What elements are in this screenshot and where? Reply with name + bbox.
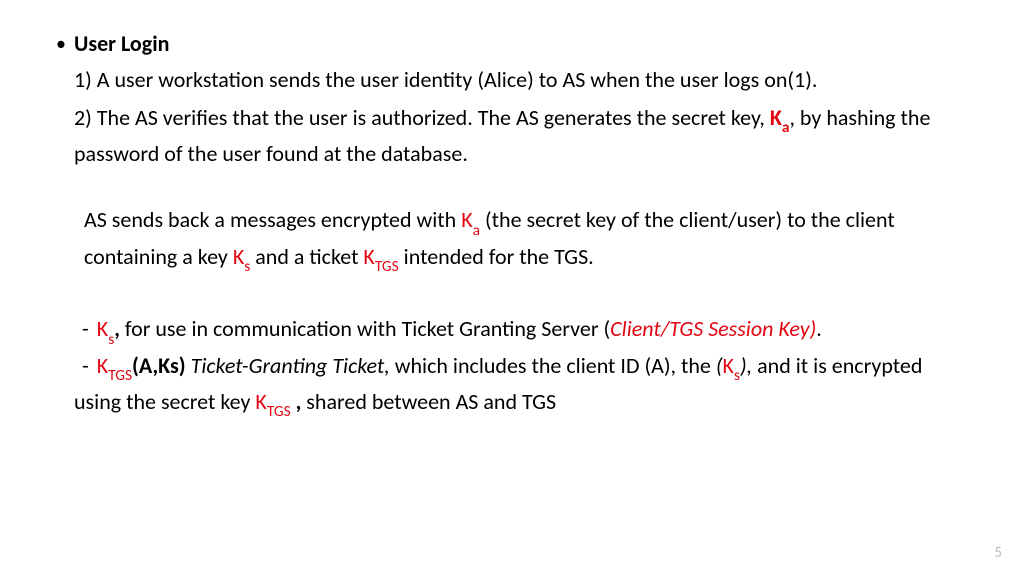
- key-ka-k: K: [770, 104, 782, 131]
- key-ka-sub: a: [782, 118, 790, 137]
- list-item-1: -Ks, for use in communication with Ticke…: [74, 315, 964, 351]
- as-block: AS sends back a messages encrypted with …: [74, 206, 964, 279]
- li2-ktgs-k: K: [97, 352, 108, 379]
- as-text-a: AS sends back a messages encrypted with: [84, 206, 461, 233]
- paragraph-1: 1) A user workstation sends the user ide…: [74, 66, 964, 94]
- page-number: 5: [994, 544, 1002, 562]
- slide-page: • User Login 1) A user workstation sends…: [0, 0, 1024, 576]
- bullet-icon: •: [56, 30, 66, 58]
- li2-comma: ,: [291, 388, 302, 415]
- li2-close-paren: ),: [740, 352, 752, 379]
- key-ka: Ka: [770, 104, 790, 131]
- key-ka-2: Ka: [461, 206, 480, 233]
- li2-ks-sub: s: [734, 366, 740, 385]
- li2-aks: (A,Ks): [132, 352, 186, 379]
- li2-ks-k: K: [723, 352, 734, 379]
- key-ktgs-k: K: [363, 243, 374, 270]
- li1-ks-sub: s: [108, 330, 114, 349]
- li2-ktgs2-sub: TGS: [267, 402, 291, 421]
- li2-open-paren: (: [716, 352, 723, 379]
- li1-ks-k: K: [97, 315, 108, 342]
- slide-content: • User Login 1) A user workstation sends…: [74, 30, 964, 424]
- li2-ks: Ks: [723, 352, 740, 379]
- as-text-d: intended for the TGS.: [399, 243, 594, 270]
- heading-row: • User Login: [74, 30, 964, 58]
- heading-text: User Login: [74, 30, 169, 58]
- key-ka2-k: K: [461, 206, 472, 233]
- key-ka2-sub: a: [473, 221, 480, 240]
- li1-text-b: for use in communication with Ticket Gra…: [120, 315, 610, 342]
- key-ks-k: K: [233, 243, 244, 270]
- list-block: -Ks, for use in communication with Ticke…: [74, 315, 964, 424]
- key-ks: Ks: [233, 243, 250, 270]
- li2-ktgs-2: KTGS: [255, 388, 290, 415]
- li1-dot: .: [816, 315, 822, 342]
- li2-ktgs: KTGS: [97, 352, 132, 379]
- li1-session-key: Client/TGS Session Key): [610, 315, 816, 342]
- dash-icon: -: [82, 315, 89, 343]
- key-ktgs-sub: TGS: [375, 257, 399, 276]
- as-text-c: and a ticket: [250, 243, 363, 270]
- paragraph-2: 2) The AS verifies that the user is auth…: [74, 104, 964, 168]
- li2-text-c: which includes the client ID (A), the: [390, 352, 716, 379]
- key-ks-sub: s: [244, 257, 250, 276]
- key-ktgs: KTGS: [363, 243, 398, 270]
- li2-text-f: shared between AS and TGS: [301, 388, 556, 415]
- li1-ks: Ks: [97, 315, 114, 342]
- p2-text-a: 2) The AS verifies that the user is auth…: [74, 104, 770, 131]
- li2-ktgs-sub: TGS: [108, 366, 132, 385]
- li2-tgt: Ticket-Granting Ticket,: [186, 352, 390, 379]
- list-item-2: -KTGS(A,Ks) Ticket-Granting Ticket, whic…: [74, 352, 964, 425]
- li2-ktgs2-k: K: [255, 388, 266, 415]
- dash-icon-2: -: [82, 352, 89, 380]
